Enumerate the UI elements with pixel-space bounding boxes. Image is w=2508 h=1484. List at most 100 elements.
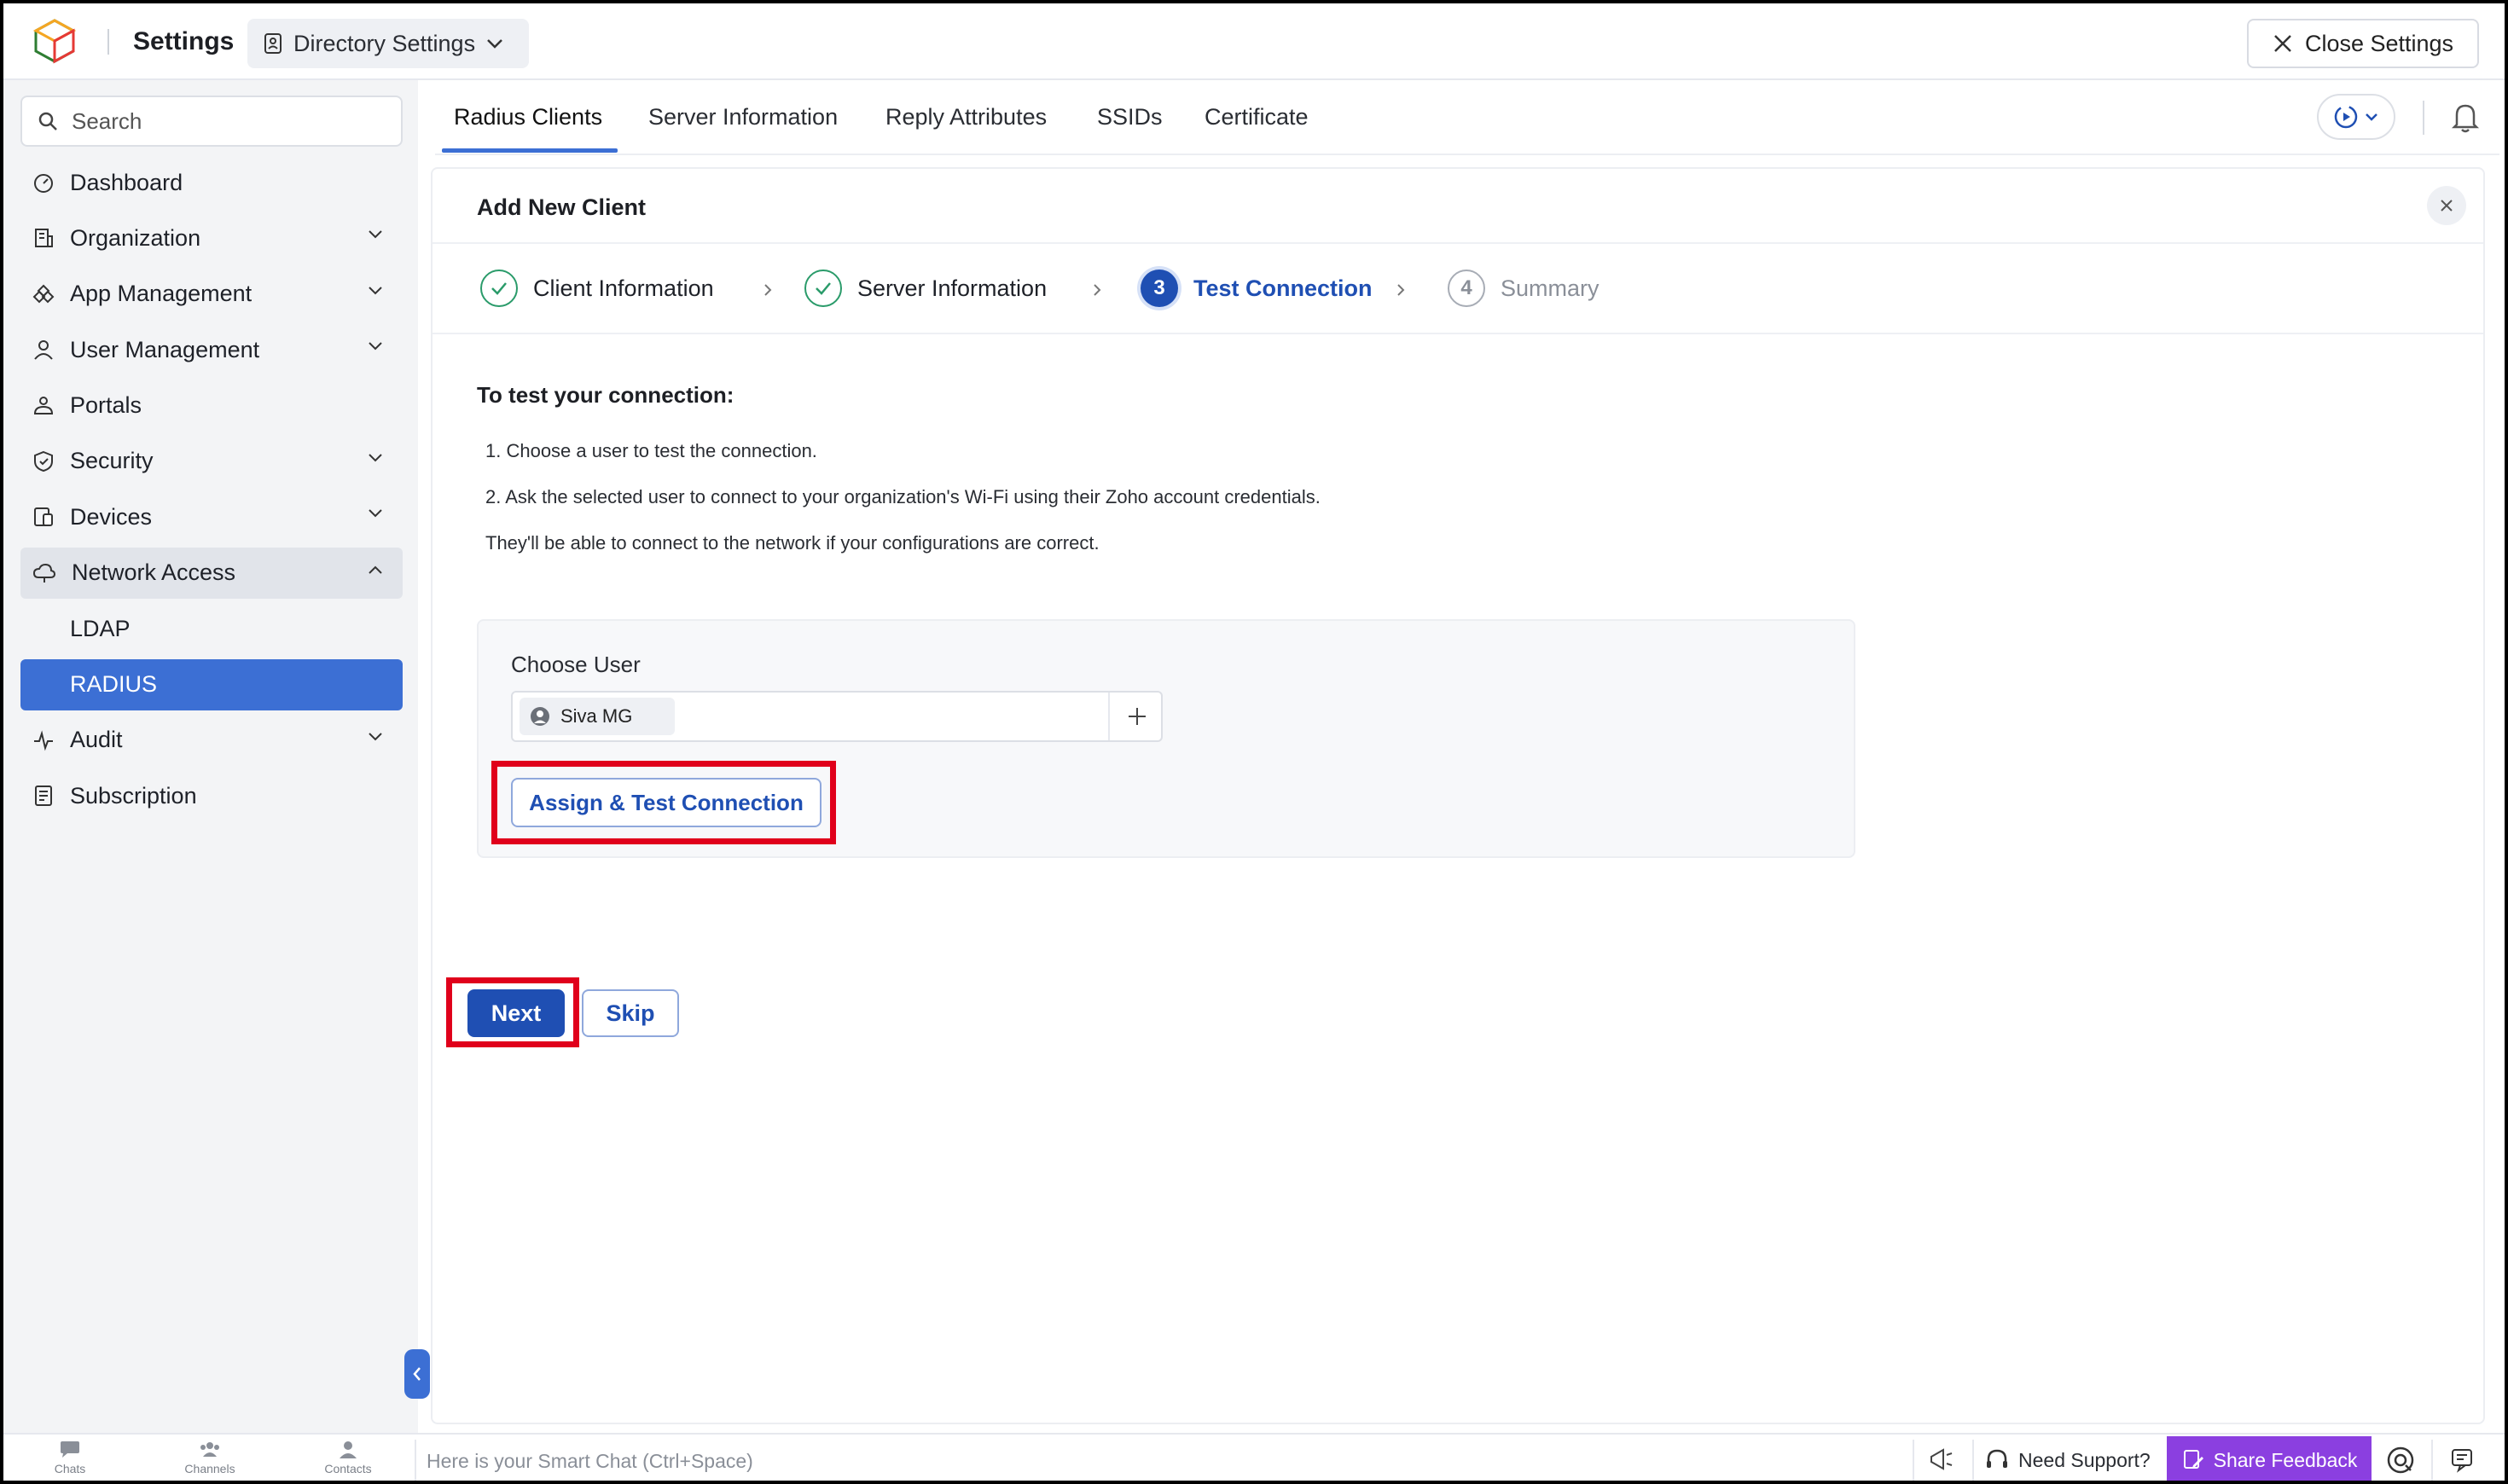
sidebar-item-label: Subscription [70,782,197,809]
chevron-down-icon [487,39,502,49]
bell-icon[interactable] [2450,101,2481,133]
sidebar-item-security[interactable]: Security [20,436,403,487]
contacts-label: Contacts [324,1462,372,1475]
choose-user-section: Choose User Siva MG Assign & Test Connec… [477,619,1855,858]
smart-chat-input[interactable]: Here is your Smart Chat (Ctrl+Space) [427,1450,753,1473]
step-label: Server Information [857,275,1048,301]
sidebar-item-ldap[interactable]: LDAP [20,603,403,654]
tab-certificate[interactable]: Certificate [1205,104,1309,130]
need-support-button[interactable]: Need Support? [1984,1445,2151,1475]
panel-close-button[interactable] [2427,186,2466,225]
need-support-label: Need Support? [2018,1448,2151,1471]
check-icon [804,270,842,307]
search-placeholder: Search [72,107,142,134]
sidebar-item-user-management[interactable]: User Management [20,324,403,375]
sidebar-item-subscription[interactable]: Subscription [20,770,403,821]
active-tab-indicator [442,148,618,153]
search-icon [38,112,57,130]
apps-icon [32,284,55,304]
header-divider [2423,101,2424,135]
bottom-divider [415,1440,416,1481]
step-client-information[interactable]: Client Information [480,263,714,314]
chevron-up-icon [369,565,382,574]
sidebar-item-label: Devices [70,503,153,530]
tab-radius-clients[interactable]: Radius Clients [454,104,602,130]
close-settings-label: Close Settings [2304,30,2454,56]
receipt-icon [35,785,52,807]
sidebar-item-portals[interactable]: Portals [20,380,403,432]
group-icon [200,1442,219,1457]
directory-settings-label: Directory Settings [293,30,476,56]
sidebar-item-label: RADIUS [70,671,158,698]
bottom-divider [1913,1440,1914,1481]
sidebar-item-label: Network Access [72,559,236,586]
channels-button[interactable]: Channels [167,1440,253,1475]
directory-settings-dropdown[interactable]: Directory Settings [247,19,529,68]
tab-bar: Radius Clients Server Information Reply … [435,80,2499,155]
top-bar: Settings Directory Settings Close Settin… [0,0,2508,80]
sidebar-item-label: Audit [70,727,123,753]
chevron-down-icon [369,509,382,518]
panel-title: Add New Client [477,194,647,220]
sidebar-item-label: LDAP [70,615,131,641]
chevron-down-icon [369,454,382,462]
instruction-line: They'll be able to connect to the networ… [485,532,1100,554]
skip-button[interactable]: Skip [582,989,679,1037]
chevron-down-icon [369,342,382,351]
assign-test-connection-button[interactable]: Assign & Test Connection [511,778,821,827]
sidebar-item-label: App Management [70,281,253,307]
chats-label: Chats [54,1462,86,1475]
dashboard-icon [34,174,53,193]
tab-server-information[interactable]: Server Information [648,104,838,130]
next-button[interactable]: Next [467,989,565,1037]
sidebar-item-dashboard[interactable]: Dashboard [20,157,403,208]
panel-divider [433,242,2483,244]
sidebar-nav: Dashboard Organization App Management Us… [20,157,403,826]
feedback-icon [2183,1450,2203,1469]
chevron-down-icon [369,287,382,295]
step-number: 3 [1141,270,1178,307]
field-divider [1108,693,1110,740]
sidebar-item-devices[interactable]: Devices [20,491,403,542]
step-summary[interactable]: 4 Summary [1448,263,1599,314]
selected-user-name: Siva MG [560,705,633,727]
tab-reply-attributes[interactable]: Reply Attributes [885,104,1047,130]
share-feedback-button[interactable]: Share Feedback [2167,1436,2372,1484]
instructions-heading: To test your connection: [477,382,734,408]
step-test-connection[interactable]: 3 Test Connection [1141,263,1373,314]
zia-icon[interactable] [2385,1445,2416,1475]
add-user-icon[interactable] [1123,701,1151,732]
step-number: 4 [1448,270,1485,307]
tab-ssids[interactable]: SSIDs [1097,104,1163,130]
user-select-field[interactable]: Siva MG [511,691,1163,742]
close-settings-button[interactable]: Close Settings [2247,19,2479,68]
sidebar-item-network-access[interactable]: Network Access [20,547,403,599]
instruction-line: 2. Ask the selected user to connect to y… [485,486,1321,507]
sidebar-item-radius[interactable]: RADIUS [20,658,403,710]
sidebar-item-audit[interactable]: Audit [20,715,403,766]
stepper-divider [433,333,2483,334]
check-icon [480,270,518,307]
step-label: Test Connection [1193,275,1373,301]
add-client-panel: Add New Client Client Information Server… [431,167,2485,1424]
sidebar-item-app-management[interactable]: App Management [20,269,403,320]
announcement-icon[interactable] [1926,1445,1955,1474]
app-logo-icon[interactable] [31,17,78,65]
selected-user-chip[interactable]: Siva MG [520,698,675,735]
guided-tour-button[interactable] [2317,94,2395,140]
chevron-right-icon [1397,284,1405,296]
chats-button[interactable]: Chats [27,1440,113,1475]
message-board-icon[interactable] [2448,1445,2477,1474]
cloud-icon [32,563,56,583]
sidebar-collapse-button[interactable] [404,1349,430,1399]
contacts-button[interactable]: Contacts [305,1440,391,1475]
pulse-icon [34,730,53,751]
directory-icon [264,33,282,54]
sidebar-item-label: User Management [70,336,260,362]
search-input[interactable]: Search [20,96,403,147]
instruction-line: 1. Choose a user to test the connection. [485,440,817,461]
step-server-information[interactable]: Server Information [804,263,1047,314]
building-icon [35,229,53,248]
sidebar-item-organization[interactable]: Organization [20,212,403,264]
app-title: Settings [133,27,235,55]
